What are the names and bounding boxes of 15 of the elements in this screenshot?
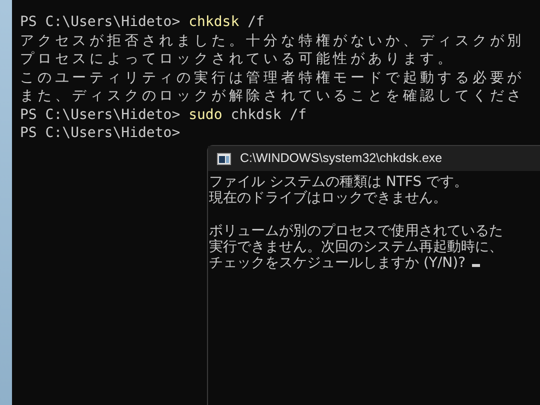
console-text: ファイル システムの種類は NTFS です。 (209, 174, 468, 190)
terminal-line: このユーティリティの実行は管理者特権モードで起動する必要が (20, 68, 526, 87)
console-text: ボリュームが別のプロセスで使用されているた (209, 222, 503, 239)
console-app-icon (217, 152, 231, 164)
console-text: 現在のドライブはロックできません。 (209, 190, 447, 206)
terminal-line: また、ディスクのロックが解除されていることを確認してくださ (20, 87, 526, 106)
terminal-line: PS C:\Users\Hideto> sudo chkdsk /f (20, 106, 308, 124)
terminal-line: PS C:\Users\Hideto> chkdsk /f (20, 13, 266, 32)
terminal-line: アクセスが拒否されました。十分な特権がないか、ディスクが別 (20, 32, 526, 50)
window-title: C:\WINDOWS\system32\chkdsk.exe (240, 150, 442, 168)
terminal-line: PS C:\Users\Hideto> (20, 124, 182, 142)
terminal-line: プロセスによってロックされている可能性があります。 (20, 50, 456, 68)
console-text: チェックをスケジュールしますか (Y/N)? (209, 255, 466, 272)
text-cursor (472, 264, 480, 268)
console-text: 実行できません。次回のシステム再起動時に、 (209, 239, 503, 256)
